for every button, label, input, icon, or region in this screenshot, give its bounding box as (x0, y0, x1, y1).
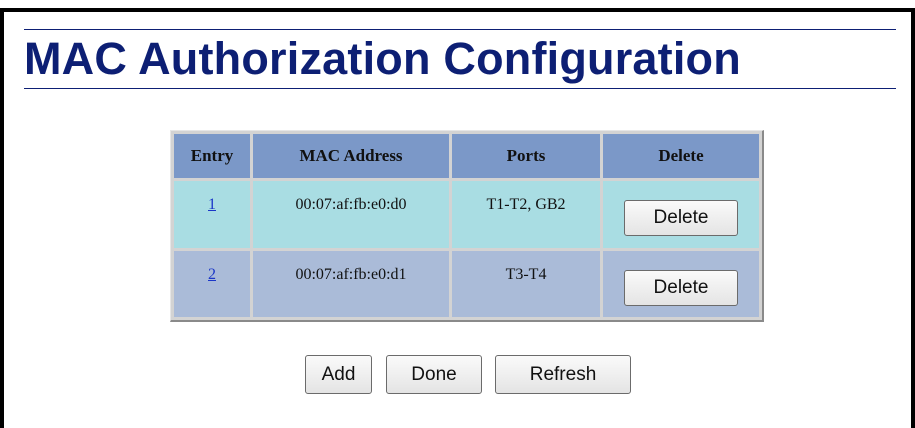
header-mac-address: MAC Address (253, 134, 449, 178)
delete-button-1[interactable]: Delete (624, 200, 738, 237)
page-title: MAC Authorization Configuration (24, 33, 741, 84)
mac-address-cell: 00:07:af:fb:e0:d0 (253, 181, 449, 248)
ports-cell: T1-T2, GB2 (452, 181, 600, 248)
entry-cell: 2 (174, 250, 250, 317)
title-rule-bottom (24, 88, 896, 89)
delete-cell: Delete (603, 250, 759, 317)
action-bar: Add Done Refresh (0, 355, 915, 395)
entry-cell: 1 (174, 181, 250, 248)
mac-address-value: 00:07:af:fb:e0:d0 (295, 196, 407, 214)
entry-link-2[interactable]: 2 (208, 266, 216, 283)
ports-cell: T3-T4 (452, 250, 600, 317)
done-button[interactable]: Done (386, 355, 482, 394)
add-button[interactable]: Add (305, 355, 372, 394)
refresh-button[interactable]: Refresh (495, 355, 631, 394)
delete-button-2[interactable]: Delete (624, 269, 738, 306)
table-row: 2 00:07:af:fb:e0:d1 T3-T4 Delete (174, 250, 759, 317)
header-entry: Entry (174, 134, 250, 178)
table-row: 1 00:07:af:fb:e0:d0 T1-T2, GB2 Delete (174, 181, 759, 248)
ports-value: T3-T4 (505, 265, 547, 283)
entry-link-1[interactable]: 1 (208, 196, 216, 213)
mac-address-value: 00:07:af:fb:e0:d1 (295, 265, 407, 283)
mac-auth-table: Entry MAC Address Ports Delete 1 00:07:a… (170, 130, 764, 322)
header-delete: Delete (603, 134, 759, 178)
ports-value: T1-T2, GB2 (486, 196, 566, 214)
header-ports: Ports (452, 134, 600, 178)
table-header-row: Entry MAC Address Ports Delete (174, 134, 759, 178)
delete-cell: Delete (603, 181, 759, 248)
mac-address-cell: 00:07:af:fb:e0:d1 (253, 250, 449, 317)
